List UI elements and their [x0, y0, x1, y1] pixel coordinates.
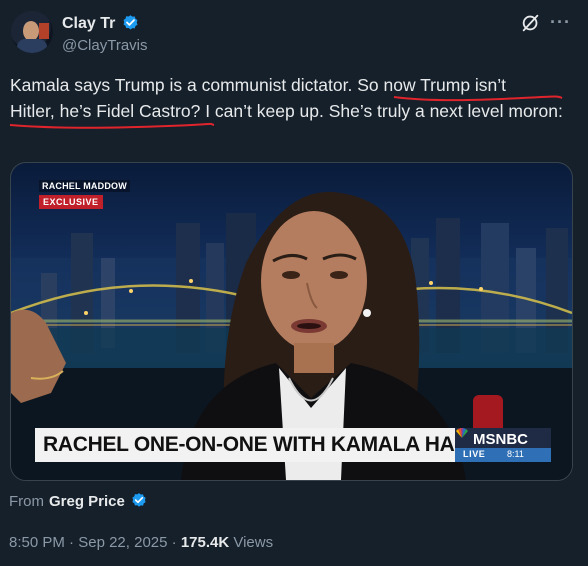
tweet-header: Clay Tr @ClayTravis ···	[0, 0, 588, 70]
views-count: 175.4K	[180, 534, 230, 551]
show-logo-text: RACHEL MADDOW	[39, 180, 130, 192]
tweet-text-underlined-2: Hitler, he’s Fidel Castro	[10, 101, 191, 121]
live-indicator: LIVE 8:11	[455, 448, 551, 462]
exclusive-badge: EXCLUSIVE	[39, 195, 103, 209]
grok-icon[interactable]	[520, 12, 542, 34]
verified-badge-icon	[132, 493, 146, 507]
author-display-name[interactable]: Clay Tr	[62, 15, 115, 33]
source-name[interactable]: Greg Price	[49, 493, 125, 510]
live-label: LIVE	[463, 449, 486, 459]
tweet-date[interactable]: Sep 22, 2025	[78, 534, 167, 551]
tweet-text-part2: ? I can’t keep up. She’s truly a next le…	[190, 101, 563, 121]
news-chyron: RACHEL ONE-ON-ONE WITH KAMALA HARRIS MSN…	[35, 428, 551, 462]
author-name-row[interactable]: Clay Tr	[62, 14, 140, 33]
tweet-time[interactable]: 8:50 PM	[9, 534, 65, 551]
source-attribution: From Greg Price	[9, 492, 148, 510]
more-options-icon[interactable]: ···	[550, 12, 571, 33]
live-time: 8:11	[507, 449, 524, 459]
tweet-text-underlined-1: So now Trump isn’t	[357, 75, 507, 95]
tweet-text-part1: Kamala says Trump is a communist dictato…	[10, 75, 358, 95]
from-label: From	[9, 492, 44, 510]
verified-badge-icon	[123, 15, 138, 30]
show-logo: RACHEL MADDOW EXCLUSIVE	[39, 180, 130, 210]
author-avatar[interactable]	[11, 11, 53, 53]
video-thumbnail[interactable]: RACHEL MADDOW EXCLUSIVE RACHEL ONE-ON-ON…	[10, 162, 573, 481]
peacock-icon	[456, 428, 468, 438]
tweet-meta: 8:50 PM · Sep 22, 2025 · 175.4K Views	[9, 534, 273, 551]
separator: ·	[64, 534, 79, 551]
author-handle[interactable]: @ClayTravis	[62, 37, 148, 54]
views-label: Views	[229, 534, 274, 551]
separator: ·	[167, 534, 181, 551]
chyron-text: RACHEL ONE-ON-ONE WITH KAMALA HARRIS	[43, 433, 504, 456]
network-name: MSNBC	[473, 431, 528, 448]
tweet-text: Kamala says Trump is a communist dictato…	[10, 72, 580, 124]
network-bug: MSNBC LIVE 8:11	[455, 428, 551, 462]
